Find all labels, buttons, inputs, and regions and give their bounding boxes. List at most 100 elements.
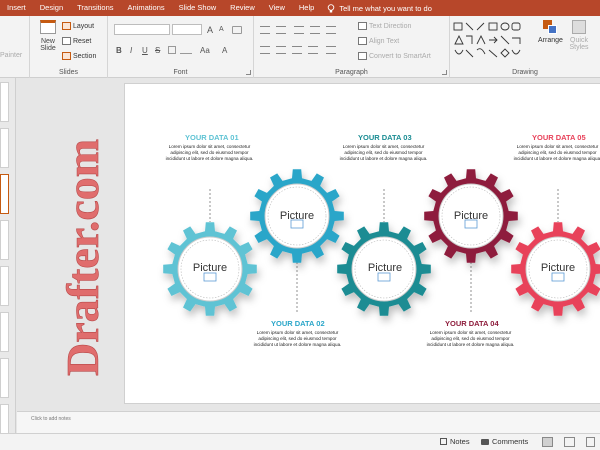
convert-smartart-button[interactable]: Convert to SmartArt (358, 52, 431, 60)
picture-placeholder-03[interactable]: Picture (355, 262, 415, 274)
picture-placeholder-04[interactable]: Picture (441, 210, 501, 222)
char-spacing-button[interactable] (180, 46, 192, 56)
bold-button[interactable]: B (116, 46, 122, 55)
notes-pane[interactable]: Click to add notes (17, 411, 600, 433)
italic-button[interactable]: I (130, 46, 132, 55)
tell-me-label: Tell me what you want to do (339, 3, 432, 13)
body-data-05: Lorem ipsum dolor sit amet, consectetur … (513, 144, 600, 161)
watermark-text: Drafter.com (57, 139, 108, 376)
slide-thumbnail[interactable] (0, 82, 9, 122)
slide-thumbnail[interactable] (0, 312, 9, 352)
font-group-label: Font (173, 69, 188, 76)
line-spacing-icon[interactable] (326, 26, 336, 34)
tab-design[interactable]: Design (33, 0, 70, 16)
gears-graphic (163, 169, 600, 316)
quick-styles-label-2: Styles (569, 44, 589, 51)
body-data-04: Lorem ipsum dolor sit amet, consectetur … (426, 330, 515, 347)
tab-insert[interactable]: Insert (0, 0, 33, 16)
clipboard-group: Painter (0, 16, 30, 78)
text-direction-button[interactable]: Text Direction (358, 22, 411, 30)
decrease-indent-icon[interactable] (294, 26, 304, 34)
arrange-icon (543, 20, 557, 34)
shapes-gallery-icons (453, 22, 521, 58)
heading-data-02: YOUR DATA 02 (271, 319, 325, 328)
justify-icon[interactable] (308, 46, 318, 54)
arrange-label: Arrange (538, 37, 563, 44)
notes-button-label: Notes (450, 437, 470, 446)
section-icon (62, 52, 71, 60)
comments-button[interactable]: Comments (481, 437, 528, 446)
align-left-icon[interactable] (260, 46, 270, 54)
slide-thumbnail[interactable] (0, 404, 9, 434)
slide-thumbnail[interactable] (0, 266, 9, 306)
font-group: A A B I U S Aa A Font (108, 16, 254, 78)
slide-thumbnail-active[interactable] (0, 174, 9, 214)
quick-styles-button[interactable]: Quick Styles (566, 20, 592, 51)
slide-thumbnail[interactable] (0, 128, 9, 168)
new-slide-button[interactable]: New Slide (35, 20, 61, 64)
drafter-watermark: Drafter.com (57, 139, 109, 377)
convert-smartart-label: Convert to SmartArt (369, 52, 431, 60)
section-button[interactable]: Section (62, 52, 96, 60)
font-dialog-launcher[interactable] (246, 70, 251, 75)
slide-thumbnails-pane (0, 78, 16, 438)
font-color-button[interactable]: A (222, 46, 227, 55)
tab-help[interactable]: Help (292, 0, 321, 16)
heading-data-03: YOUR DATA 03 (358, 133, 412, 142)
picture-placeholder-02[interactable]: Picture (267, 210, 327, 222)
comments-button-label: Comments (492, 437, 529, 446)
slide-thumbnail[interactable] (0, 358, 9, 398)
notes-icon (440, 438, 447, 445)
tab-animations[interactable]: Animations (121, 0, 172, 16)
align-text-icon (358, 37, 367, 45)
grow-font-button[interactable]: A (207, 25, 213, 35)
body-data-03: Lorem ipsum dolor sit amet, consectetur … (339, 144, 428, 161)
align-center-icon[interactable] (276, 46, 286, 54)
ribbon: Painter New Slide Layout Reset Section S… (0, 16, 600, 78)
picture-placeholder-01[interactable]: Picture (180, 262, 240, 274)
paragraph-dialog-launcher[interactable] (442, 70, 447, 75)
layout-button[interactable]: Layout (62, 22, 94, 30)
normal-view-button[interactable] (542, 437, 553, 447)
tab-view[interactable]: View (262, 0, 292, 16)
change-case-button[interactable]: Aa (200, 46, 210, 55)
font-name-combo[interactable] (114, 24, 170, 35)
strikethrough-button[interactable]: S (155, 46, 160, 55)
clear-format-button[interactable] (232, 26, 242, 36)
body-data-01: Lorem ipsum dolor sit amet, consectetur … (165, 144, 254, 161)
slide[interactable]: YOUR DATA 01 Lorem ipsum dolor sit amet,… (125, 84, 600, 403)
numbering-icon[interactable] (276, 26, 286, 34)
slide-sorter-button[interactable] (564, 437, 575, 447)
slide-thumbnail[interactable] (0, 220, 9, 260)
quick-styles-label: Quick (570, 37, 588, 44)
underline-button[interactable]: U (142, 46, 148, 55)
drawing-group-label: Drawing (512, 69, 538, 76)
shadow-button[interactable] (168, 46, 176, 56)
notes-button[interactable]: Notes (440, 437, 470, 446)
increase-indent-icon[interactable] (310, 26, 320, 34)
heading-data-04: YOUR DATA 04 (445, 319, 499, 328)
slides-group-label: Slides (58, 69, 79, 76)
tab-review[interactable]: Review (223, 0, 262, 16)
format-painter-button[interactable]: Painter (0, 52, 22, 59)
tab-slide-show[interactable]: Slide Show (172, 0, 224, 16)
section-label: Section (73, 52, 97, 60)
picture-placeholder-05[interactable]: Picture (528, 262, 588, 274)
layout-icon (62, 22, 71, 30)
status-bar: Notes Comments (0, 433, 600, 450)
reset-button[interactable]: Reset (62, 37, 91, 45)
lightbulb-icon (328, 3, 335, 12)
quick-styles-icon (572, 20, 586, 34)
reading-view-button[interactable] (586, 437, 595, 447)
tab-transitions[interactable]: Transitions (70, 0, 120, 16)
shapes-gallery[interactable] (452, 20, 536, 64)
tell-me-search[interactable]: Tell me what you want to do (327, 4, 432, 13)
columns-icon[interactable] (326, 46, 336, 54)
align-text-button[interactable]: Align Text (358, 37, 399, 45)
font-size-combo[interactable] (172, 24, 202, 35)
arrange-button[interactable]: Arrange (538, 20, 563, 44)
shrink-font-button[interactable]: A (219, 26, 224, 33)
bullets-icon[interactable] (260, 26, 270, 34)
ribbon-tab-bar: Insert Design Transitions Animations Sli… (0, 0, 600, 16)
align-right-icon[interactable] (292, 46, 302, 54)
